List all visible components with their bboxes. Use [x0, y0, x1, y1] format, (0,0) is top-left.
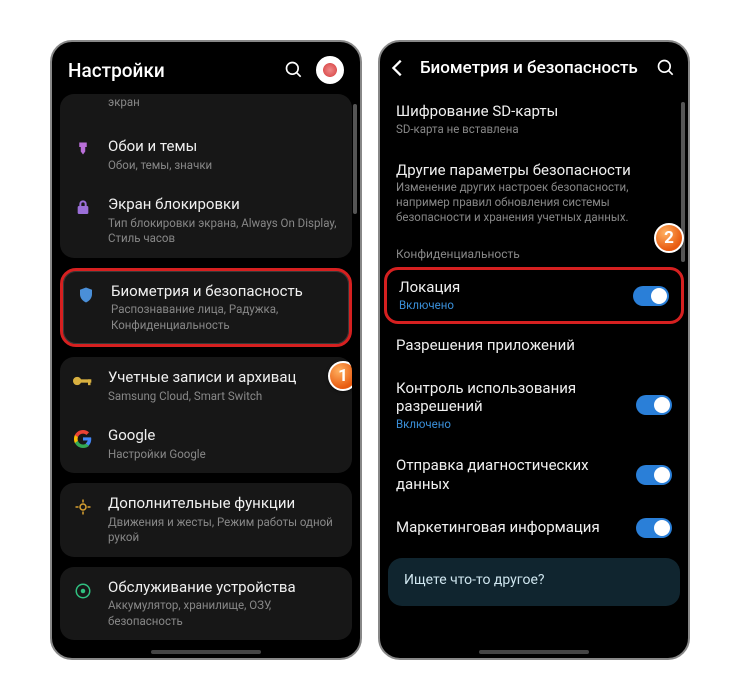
toggle-location[interactable] — [633, 286, 669, 306]
nav-indicator — [151, 650, 261, 654]
row-other-security[interactable]: Другие параметры безопасности Изменение … — [380, 149, 688, 238]
settings-row-google[interactable]: Google Настройки Google — [60, 415, 352, 473]
card-group-4: Обслуживание устройства Аккумулятор, хра… — [60, 567, 352, 641]
row-location[interactable]: Локация Включено — [384, 267, 684, 324]
settings-row-accounts[interactable]: Учетные записи и архивац Samsung Cloud, … — [60, 357, 352, 415]
shield-icon — [75, 284, 97, 306]
scrollbar[interactable] — [353, 104, 357, 214]
settings-row-advanced[interactable]: Дополнительные функции Движения и жесты,… — [60, 483, 352, 557]
settings-row-lockscreen[interactable]: Экран блокировки Тип блокировки экрана, … — [60, 184, 352, 258]
toggle-marketing[interactable] — [636, 518, 672, 538]
settings-row-display[interactable]: экран — [60, 94, 352, 126]
nav-indicator — [479, 650, 589, 654]
phone-right: Биометрия и безопасность Шифрование SD-к… — [378, 40, 690, 660]
card-group-3: Дополнительные функции Движения и жесты,… — [60, 483, 352, 557]
toggle-diagnostic[interactable] — [636, 465, 672, 485]
back-icon[interactable] — [386, 56, 410, 80]
display-icon — [72, 96, 94, 118]
header-left: Настройки — [52, 42, 360, 94]
settings-row-biometrics[interactable]: Биометрия и безопасность Распознавание л… — [60, 268, 352, 348]
plus-icon — [72, 496, 94, 518]
avatar[interactable] — [316, 56, 344, 84]
toggle-permission-monitor[interactable] — [636, 395, 672, 415]
row-app-permissions[interactable]: Разрешения приложений — [380, 324, 688, 367]
care-icon — [72, 580, 94, 602]
section-privacy: Конфиденциальность — [380, 237, 688, 267]
help-footer[interactable]: Ищете что-то другое? — [388, 558, 680, 606]
brush-icon — [72, 139, 94, 161]
row-diagnostic[interactable]: Отправка диагностических данных — [380, 444, 688, 506]
security-list: Шифрование SD-карты SD-карта не вставлен… — [380, 90, 688, 658]
row-permission-monitor[interactable]: Контроль использования разрешений Включе… — [380, 367, 688, 444]
step-badge-1: 1 — [328, 361, 352, 391]
page-title: Настройки — [68, 59, 272, 82]
lock-icon — [72, 197, 94, 219]
google-icon — [72, 428, 94, 450]
row-sdcard-encrypt[interactable]: Шифрование SD-карты SD-карта не вставлен… — [380, 90, 688, 149]
key-icon — [72, 370, 94, 392]
page-title: Биометрия и безопасность — [420, 58, 644, 78]
card-group-1: экран Обои и темы Обои, темы, значки Экр… — [60, 94, 352, 258]
card-group-2: 1 Учетные записи и архивац Samsung Cloud… — [60, 357, 352, 473]
phone-left: Настройки экран Обои и темы Обои, темы, … — [50, 40, 362, 660]
settings-row-care[interactable]: Обслуживание устройства Аккумулятор, хра… — [60, 567, 352, 641]
settings-row-themes[interactable]: Обои и темы Обои, темы, значки — [60, 126, 352, 184]
search-icon[interactable] — [282, 58, 306, 82]
header-right: Биометрия и безопасность — [380, 42, 688, 90]
row-marketing[interactable]: Маркетинговая информация — [380, 506, 688, 550]
settings-list: экран Обои и темы Обои, темы, значки Экр… — [52, 94, 360, 658]
search-icon[interactable] — [654, 56, 678, 80]
